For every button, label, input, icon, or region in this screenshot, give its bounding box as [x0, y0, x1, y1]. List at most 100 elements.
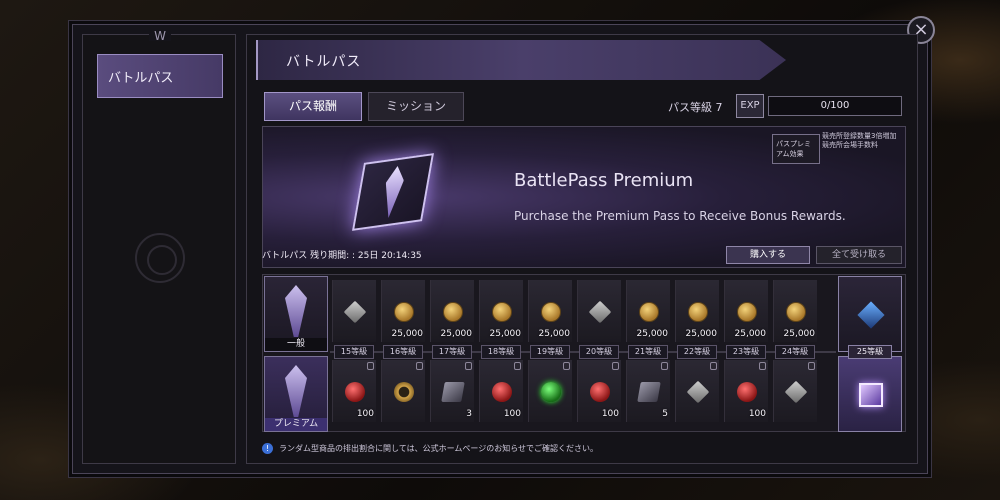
reward-quantity: 25,000 — [783, 329, 816, 339]
reward-slot-premium[interactable] — [528, 360, 572, 422]
ticket-icon — [441, 382, 465, 402]
premium-effect-tag: パスプレミアム効果 — [772, 134, 820, 164]
ornament-icon: W — [149, 29, 171, 43]
free-row-label: 一般 — [264, 276, 328, 352]
box-icon — [857, 301, 885, 329]
free-row-text: 一般 — [265, 338, 327, 351]
premium-card-icon — [352, 153, 434, 231]
reward-slot-free[interactable]: 25,000 — [430, 280, 474, 342]
level-badge: 18等級 — [481, 345, 521, 359]
crest-icon — [285, 285, 307, 337]
box-icon — [859, 383, 883, 407]
coin-icon — [443, 302, 463, 322]
reward-quantity: 25,000 — [391, 329, 424, 339]
sidebar-item-battlepass[interactable]: バトルパス — [97, 54, 223, 98]
reward-slot-premium[interactable]: 100 — [479, 360, 523, 422]
reward-slot-free[interactable]: 25,000 — [724, 280, 768, 342]
exp-progress-text: 0/100 — [820, 100, 850, 111]
reward-quantity: 25,000 — [685, 329, 718, 339]
reward-slot-free[interactable]: 25,000 — [528, 280, 572, 342]
level-badge: 23等級 — [726, 345, 766, 359]
box-icon — [588, 300, 612, 324]
reward-slot-premium[interactable]: 3 — [430, 360, 474, 422]
reward-quantity: 3 — [466, 409, 472, 419]
claim-all-button[interactable]: 全て受け取る — [816, 246, 902, 264]
reward-slot-free[interactable]: 25,000 — [479, 280, 523, 342]
reward-slot-free[interactable]: 25,000 — [675, 280, 719, 342]
remaining-time: バトルパス 残り期間: : 25日 20:14:35 — [262, 251, 422, 261]
level-badge: 19等級 — [530, 345, 570, 359]
title-bar: バトルパス — [256, 40, 786, 80]
tab-pass-rewards[interactable]: パス報酬 — [264, 92, 362, 121]
coin-icon — [541, 302, 561, 322]
premium-row-text: プレミアム — [265, 418, 327, 431]
lock-icon — [612, 362, 619, 370]
premium-effect-description: 競売所登録数量3倍増加 競売所会場手数料 — [822, 132, 897, 149]
reward-slot-free[interactable] — [577, 280, 621, 342]
tab-missions[interactable]: ミッション — [368, 92, 464, 121]
reward-slot-premium[interactable]: 100 — [332, 360, 376, 422]
lock-icon — [514, 362, 521, 370]
reward-slot-free[interactable] — [332, 280, 376, 342]
reward-slot-premium-25[interactable] — [838, 356, 902, 432]
info-icon: ! — [262, 443, 273, 454]
lock-icon — [808, 362, 815, 370]
reward-quantity: 25,000 — [440, 329, 473, 339]
ruby-icon — [345, 382, 365, 402]
pass-level-label: パス等級 7 — [668, 101, 723, 114]
reward-quantity: 100 — [356, 409, 374, 419]
reward-quantity: 25,000 — [636, 329, 669, 339]
reward-slot-premium[interactable]: 5 — [626, 360, 670, 422]
lock-icon — [465, 362, 472, 370]
reward-quantity: 100 — [748, 409, 766, 419]
reward-slot-premium[interactable] — [675, 360, 719, 422]
lock-icon — [661, 362, 668, 370]
level-badge: 21等級 — [628, 345, 668, 359]
banner-title: BattlePass Premium — [514, 170, 694, 191]
coin-icon — [492, 302, 512, 322]
coin-icon — [394, 302, 414, 322]
emerald-icon — [541, 382, 561, 402]
reward-quantity: 100 — [503, 409, 521, 419]
lock-icon — [710, 362, 717, 370]
level-badge: 24等級 — [775, 345, 815, 359]
reward-quantity: 25,000 — [538, 329, 571, 339]
coin-icon — [737, 302, 757, 322]
exp-icon: EXP — [736, 94, 764, 118]
notice-text: ランダム型商品の排出割合に関しては、公式ホームページのお知らせでご確認ください。 — [279, 444, 599, 453]
coin-icon — [639, 302, 659, 322]
reward-slot-free[interactable]: 25,000 — [773, 280, 817, 342]
reward-slot-premium[interactable]: 100 — [724, 360, 768, 422]
reward-slot-premium[interactable]: 100 — [577, 360, 621, 422]
reward-slot-premium[interactable] — [381, 360, 425, 422]
box-icon — [343, 300, 367, 324]
reward-slot-free[interactable]: 25,000 — [626, 280, 670, 342]
emblem-icon — [135, 233, 185, 283]
level-badge-25: 25等級 — [848, 345, 892, 359]
reward-slot-free[interactable]: 25,000 — [381, 280, 425, 342]
ruby-icon — [590, 382, 610, 402]
sidebar: W バトルパス — [82, 29, 236, 464]
ruby-icon — [737, 382, 757, 402]
coin-icon — [688, 302, 708, 322]
lock-icon — [563, 362, 570, 370]
lock-icon — [367, 362, 374, 370]
level-badge: 17等級 — [432, 345, 472, 359]
reward-slot-free-25[interactable] — [838, 276, 902, 352]
buy-button[interactable]: 購入する — [726, 246, 810, 264]
ticket-icon — [637, 382, 661, 402]
exp-progress-bar: 0/100 — [768, 96, 902, 116]
reward-quantity: 100 — [601, 409, 619, 419]
ring-icon — [394, 382, 414, 402]
premium-row-label: プレミアム — [264, 356, 328, 432]
lock-icon — [416, 362, 423, 370]
reward-slot-premium[interactable] — [773, 360, 817, 422]
ruby-icon — [492, 382, 512, 402]
level-badge: 20等級 — [579, 345, 619, 359]
page-title: バトルパス — [286, 54, 362, 70]
reward-quantity: 25,000 — [489, 329, 522, 339]
banner-subtitle: Purchase the Premium Pass to Receive Bon… — [514, 209, 846, 223]
reward-quantity: 5 — [662, 409, 668, 419]
crest-icon — [285, 365, 307, 417]
notice: ! ランダム型商品の排出割合に関しては、公式ホームページのお知らせでご確認ください… — [262, 443, 598, 454]
